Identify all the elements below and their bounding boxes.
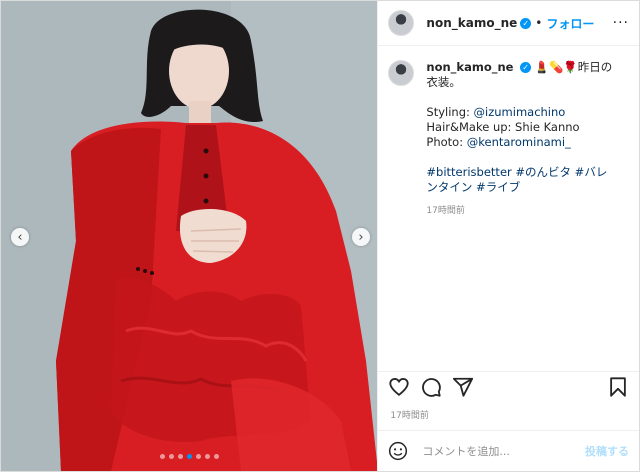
instagram-post: ‹ › non_kamo_ne ✓ • フォロー ··· non_kamo_ne… <box>0 0 640 472</box>
styling-credit: Styling: @izumimachino <box>426 105 616 120</box>
action-bar <box>378 371 639 402</box>
like-heart-icon[interactable] <box>388 376 410 398</box>
styling-label: Styling: <box>426 105 474 119</box>
save-bookmark-icon[interactable] <box>607 376 629 398</box>
carousel-dot <box>177 454 183 459</box>
photo-label: Photo: <box>426 135 467 149</box>
follow-button[interactable]: フォロー <box>546 15 594 32</box>
photo-handle-link[interactable]: @kentarominami_ <box>467 135 571 149</box>
comment-bubble-icon[interactable] <box>420 376 442 398</box>
carousel-dot <box>168 454 174 459</box>
caption-username[interactable]: non_kamo_ne <box>426 60 513 74</box>
caption-avatar[interactable] <box>388 60 415 86</box>
photo-credit: Photo: @kentarominami_ <box>426 135 616 150</box>
next-slide-button[interactable]: › <box>352 228 370 246</box>
post-header: non_kamo_ne ✓ • フォロー ··· <box>378 1 639 46</box>
header-username[interactable]: non_kamo_ne <box>426 16 517 30</box>
hashtags[interactable]: #bitterisbetter #のんビタ #バレンタイン #ライブ <box>426 165 616 195</box>
verified-badge-icon: ✓ <box>520 62 532 73</box>
avatar[interactable] <box>388 10 415 36</box>
share-paper-plane-icon[interactable] <box>452 376 474 398</box>
styling-handle-link[interactable]: @izumimachino <box>474 105 566 119</box>
carousel-dot <box>186 454 192 459</box>
previous-slide-button[interactable]: ‹ <box>11 228 29 246</box>
carousel-indicator <box>1 454 377 459</box>
photo-illustration <box>1 1 378 471</box>
post-side-panel: non_kamo_ne ✓ • フォロー ··· non_kamo_ne ✓ 💄… <box>377 1 639 471</box>
emoji-smiley-icon[interactable] <box>388 441 408 461</box>
post-timestamp[interactable]: 17時間前 <box>390 408 428 421</box>
post-photo[interactable]: ‹ › <box>1 1 378 471</box>
carousel-dot <box>213 454 219 459</box>
post-comment-button[interactable]: 投稿する <box>585 443 629 459</box>
header-separator: • <box>535 16 543 30</box>
verified-badge-icon: ✓ <box>520 17 532 29</box>
comment-input[interactable] <box>420 443 585 459</box>
carousel-dot <box>195 454 201 459</box>
caption-emojis: 💄💊🌹 <box>534 60 578 74</box>
comment-box: 投稿する <box>378 430 639 471</box>
caption-time: 17時間前 <box>426 206 465 216</box>
carousel-dot <box>204 454 210 459</box>
carousel-dot <box>159 454 165 459</box>
more-options-icon[interactable]: ··· <box>613 15 629 31</box>
caption: non_kamo_ne ✓ 💄💊🌹昨日の衣装。 Styling: @izumim… <box>426 60 616 471</box>
hair-makeup-credit: Hair&Make up: Shie Kanno <box>426 120 580 134</box>
